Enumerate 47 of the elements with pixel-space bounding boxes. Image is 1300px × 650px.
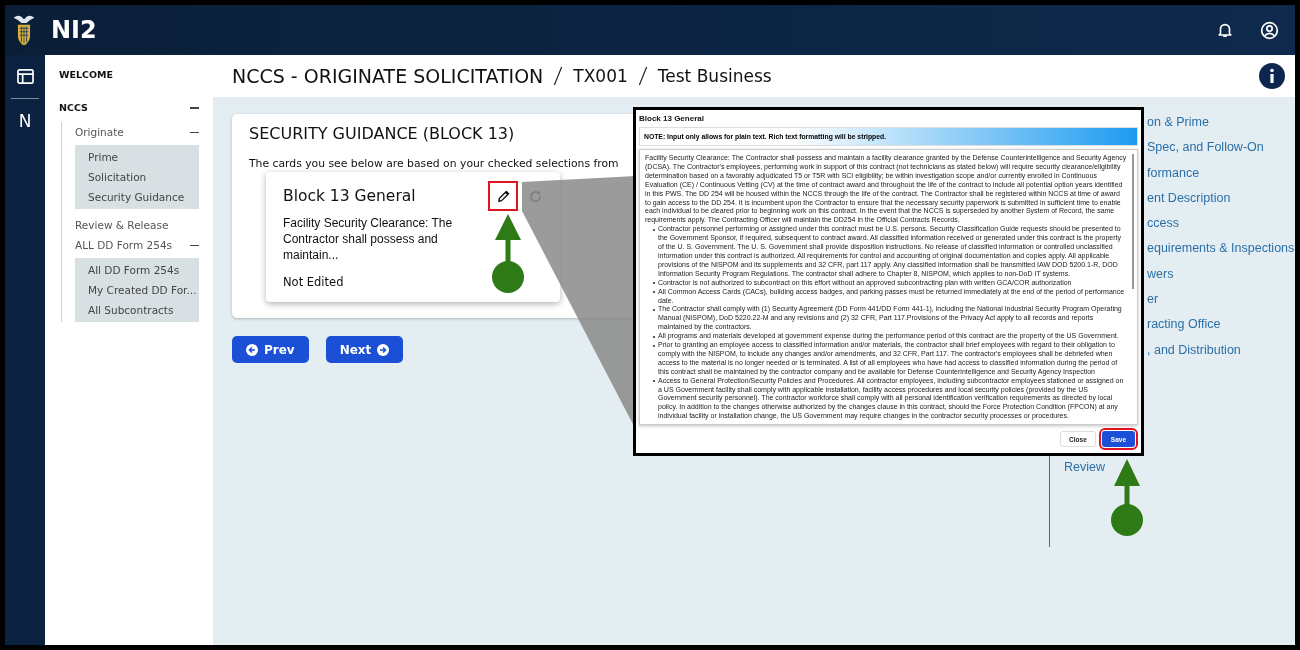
scrollbar[interactable] — [1132, 154, 1134, 289]
step-link[interactable]: ccess — [1147, 216, 1295, 242]
slash-separator-icon — [553, 66, 564, 86]
layout-icon[interactable] — [16, 69, 34, 84]
breadcrumb-item[interactable]: NCCS - ORIGINATE SOLICITATION — [232, 65, 544, 87]
pencil-icon — [495, 188, 511, 204]
dialog-title: Block 13 General — [639, 113, 705, 125]
prev-button[interactable]: Prev — [232, 336, 309, 363]
sidebar-item[interactable]: Security Guidance — [88, 187, 199, 207]
card-excerpt: Facility Security Clearance: The Contractor shall possess and maintain... — [283, 215, 454, 263]
section-title: SECURITY GUIDANCE (BLOCK 13) — [249, 124, 516, 143]
sidebar-item[interactable]: ALL DD Form 254s — [75, 239, 173, 251]
sidebar-item[interactable]: Solicitation — [88, 167, 199, 187]
step-link[interactable]: ent Description — [1147, 190, 1295, 217]
sidebar-item[interactable]: All Subcontracts — [88, 300, 199, 320]
step-link[interactable]: Spec, and Follow-On — [1147, 140, 1295, 166]
edit-button[interactable] — [488, 181, 518, 211]
user-icon[interactable] — [1260, 20, 1279, 40]
text-area[interactable] — [639, 149, 1138, 426]
breadcrumb-item: Test Business — [657, 66, 772, 86]
sidebar-item[interactable]: NCCS — [59, 102, 88, 113]
intro-text: The cards you see below are based on your checked selections from — [249, 157, 620, 170]
arrow-right-circle-icon — [377, 343, 390, 356]
step-link[interactable]: formance — [1147, 165, 1295, 191]
arrow-left-circle-icon — [246, 343, 258, 356]
sidebar-item[interactable]: Review & Release — [75, 219, 169, 231]
bell-icon[interactable] — [1216, 21, 1234, 39]
info-icon[interactable] — [1259, 63, 1285, 89]
next-button[interactable]: Next — [325, 336, 404, 363]
sidebar-item[interactable]: Prime — [88, 147, 199, 167]
sidebar-item[interactable]: My Created DD For... — [88, 280, 199, 300]
step-link[interactable]: wers — [1147, 266, 1295, 293]
step-link[interactable]: , and Distribution — [1147, 342, 1295, 368]
edit-status: Not Edited — [283, 275, 344, 289]
rail-letter[interactable]: N — [18, 111, 32, 131]
sidebar-item[interactable]: All DD Form 254s — [88, 260, 199, 280]
sidebar-item[interactable]: WELCOME — [59, 69, 199, 80]
step-link[interactable]: racting Office — [1147, 317, 1295, 343]
sidebar-item[interactable]: Originate — [75, 126, 124, 138]
step-link[interactable]: er — [1147, 292, 1295, 318]
step-link[interactable]: on & Prime — [1147, 115, 1295, 141]
step-link[interactable]: equirements & Inspections — [1147, 241, 1295, 267]
card-title: Block 13 General — [283, 187, 417, 205]
slash-separator-icon — [637, 66, 648, 86]
step-link[interactable]: Review — [1050, 459, 1295, 474]
breadcrumb-item[interactable]: TX001 — [573, 66, 628, 86]
app-name: NI2 — [51, 16, 97, 44]
